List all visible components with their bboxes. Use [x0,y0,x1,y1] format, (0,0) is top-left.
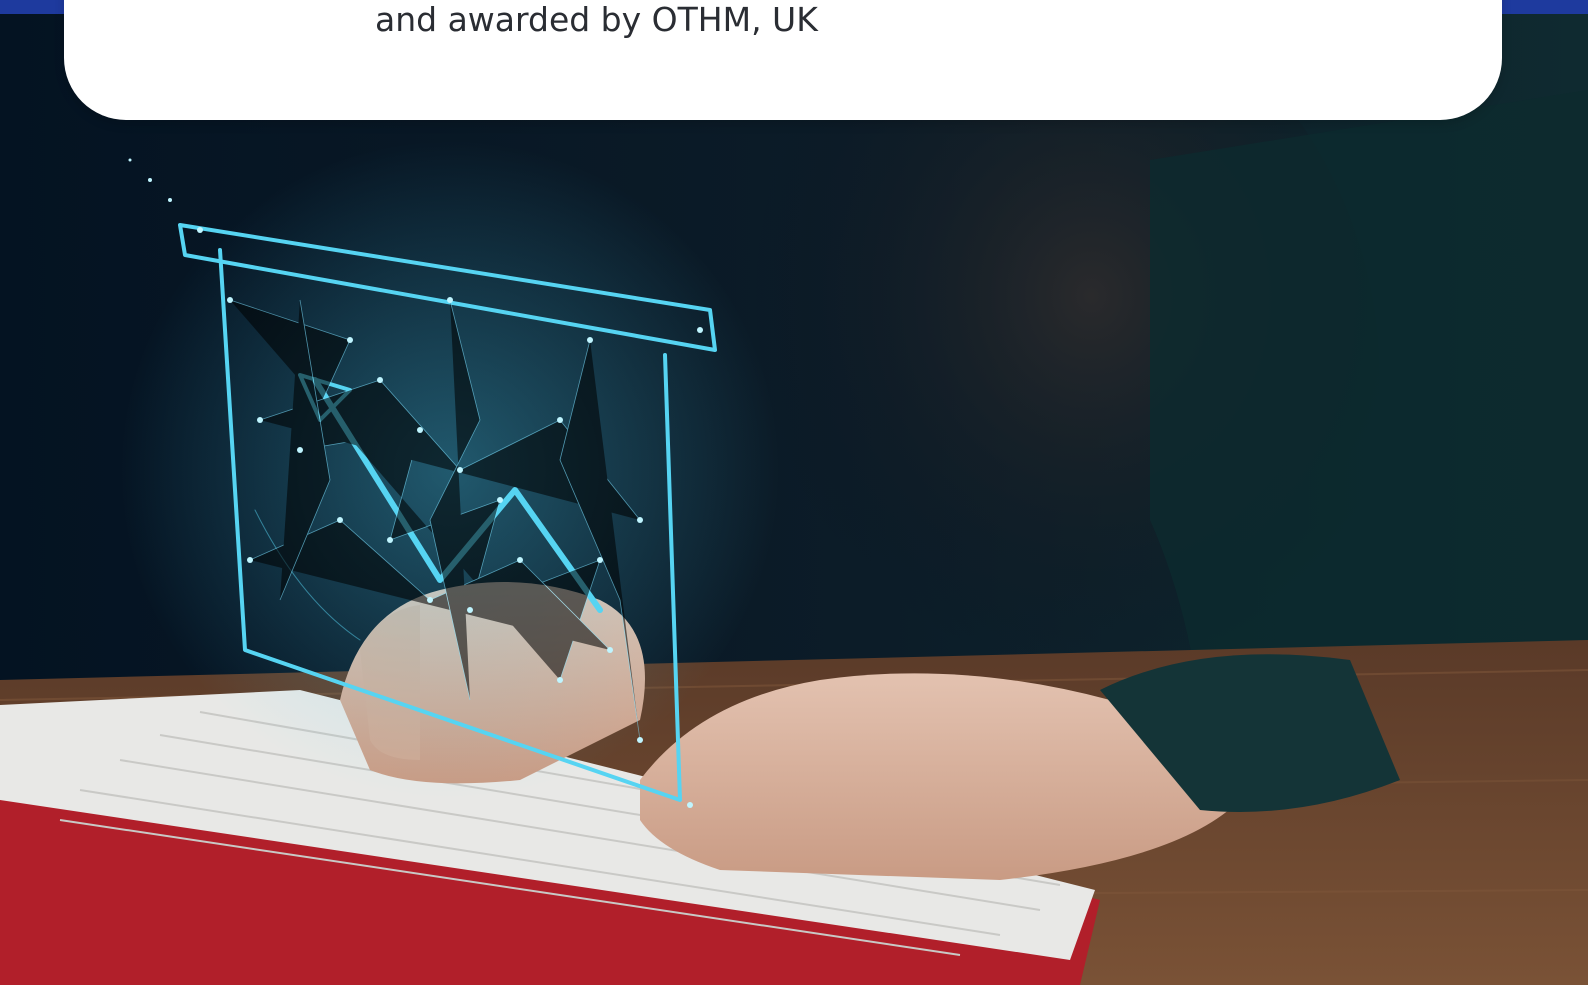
info-card: and awarded by OTHM, UK [64,0,1502,120]
hero-image [0,0,1588,985]
info-card-text: and awarded by OTHM, UK [375,0,818,39]
page: and awarded by OTHM, UK [0,0,1588,985]
